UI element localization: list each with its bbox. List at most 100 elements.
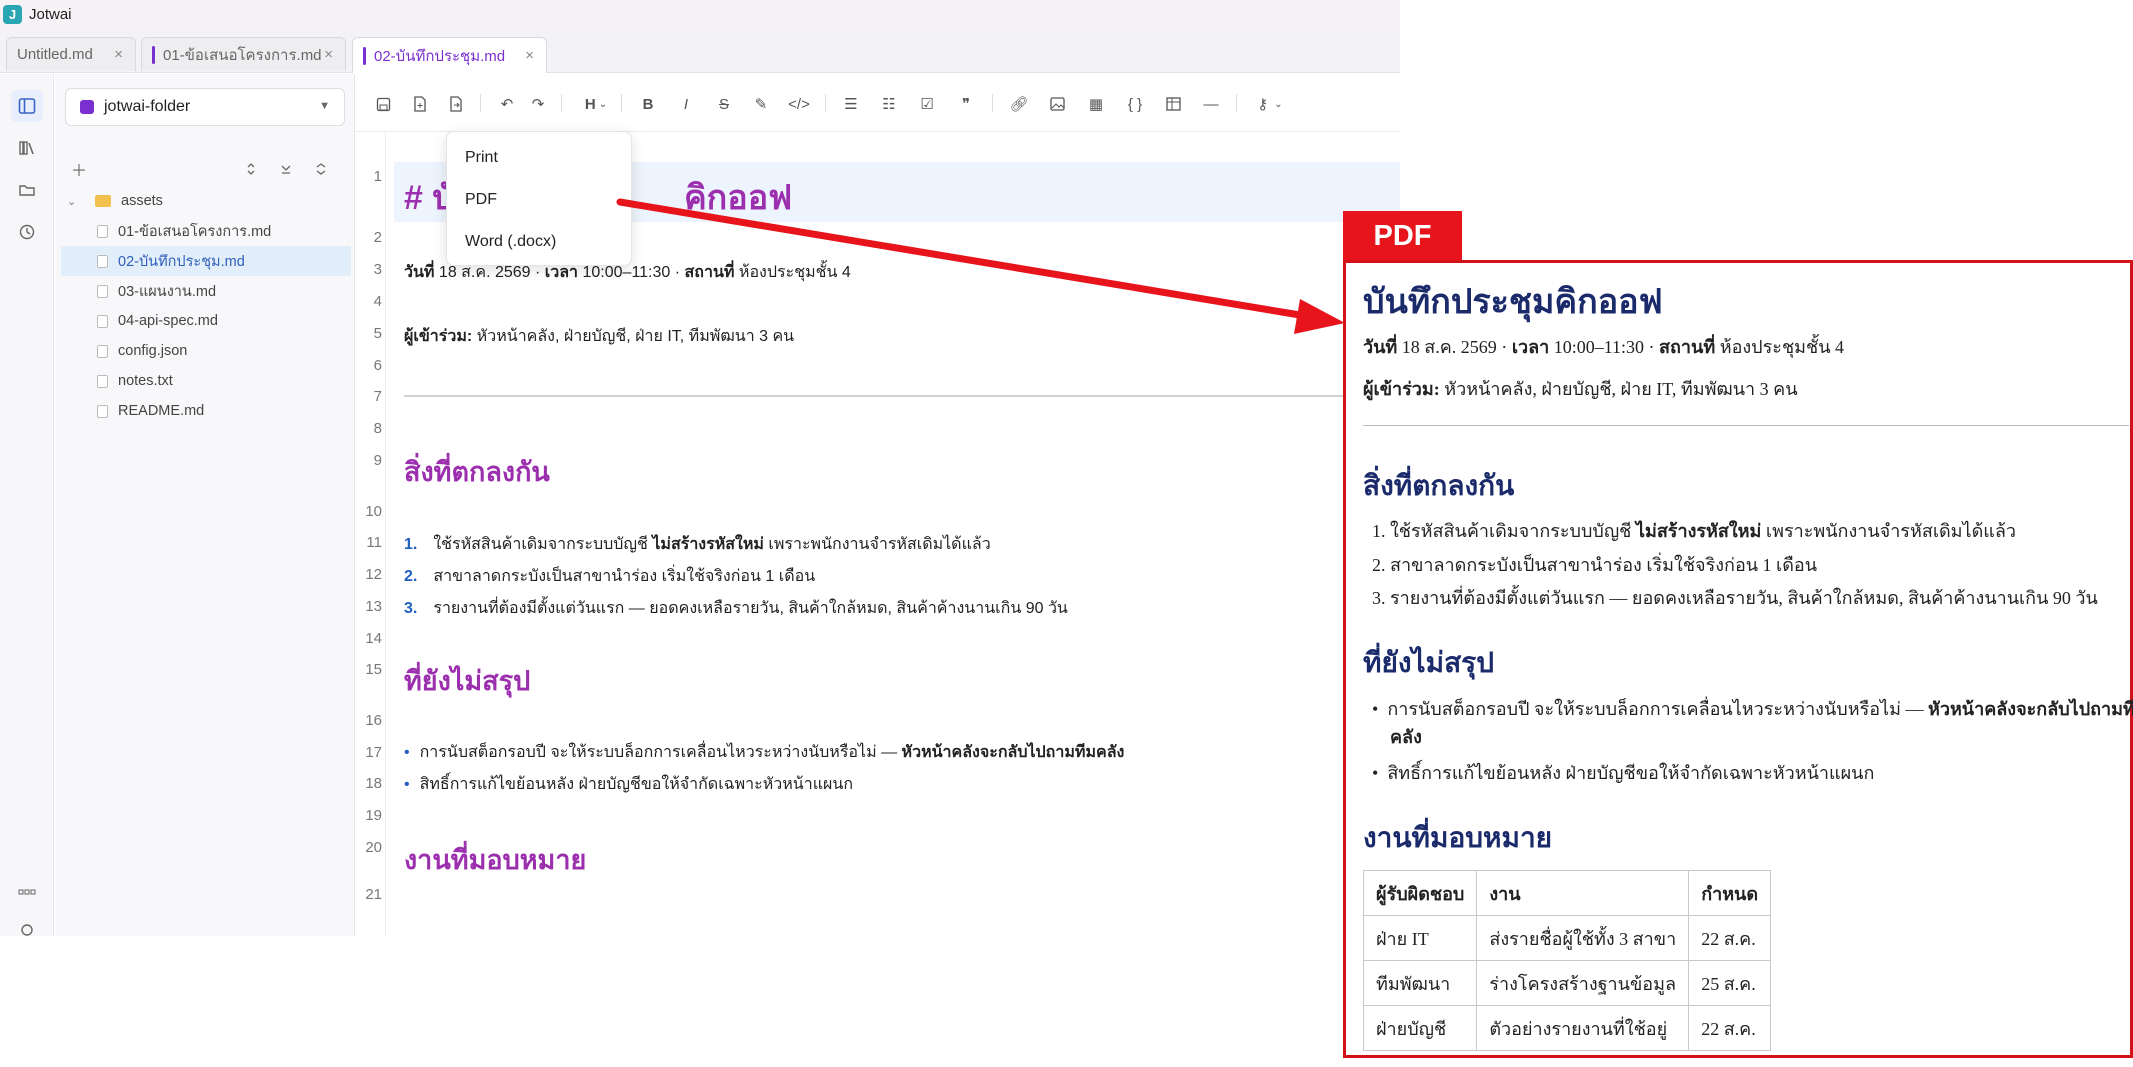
tree-file[interactable]: README.md <box>61 396 351 426</box>
history-icon[interactable] <box>11 216 43 248</box>
collapse-all-icon[interactable] <box>310 158 332 180</box>
table-header: กำหนด <box>1688 870 1772 916</box>
tree-file[interactable]: 04-api-spec.md <box>61 306 351 336</box>
editor-h2-agreed: สิ่งที่ตกลงกัน <box>404 457 550 487</box>
tree-label: 03-แผนงาน.md <box>118 283 217 300</box>
tree-file[interactable]: notes.txt <box>61 366 351 396</box>
line-number: 20 <box>365 839 382 856</box>
tree-file-selected[interactable]: 02-บันทึกประชุม.md <box>61 246 351 276</box>
editor-attendees-line: ผู้เข้าร่วม: หัวหน้าคลัง, ฝ่ายบัญชี, ฝ่า… <box>404 324 794 349</box>
table-row: ฝ่าย IT ส่งรายชื่อผู้ใช้ทั้ง 3 สาขา 22 ส… <box>1362 915 1772 961</box>
line-number: 12 <box>365 566 382 583</box>
library-icon[interactable] <box>11 132 43 164</box>
toolbar-separator <box>621 94 622 112</box>
app-title: Jotwai <box>29 6 72 23</box>
task-list-icon[interactable]: ☑ <box>914 91 940 117</box>
close-icon[interactable]: × <box>324 46 333 63</box>
line-number: 16 <box>365 712 382 729</box>
close-icon[interactable]: × <box>525 47 534 64</box>
tree-label: config.json <box>118 343 188 359</box>
pdf-list-item: 1. ใช้รหัสสินค้าเดิมจากระบบบัญชี ไม่สร้า… <box>1372 521 2017 541</box>
tab-label: Untitled.md <box>17 46 93 63</box>
numbered-list-icon[interactable]: ☷ <box>876 91 902 117</box>
pdf-attendees-line: ผู้เข้าร่วม: หัวหน้าคลัง, ฝ่ายบัญชี, ฝ่า… <box>1363 379 1798 399</box>
export-icon[interactable] <box>443 91 469 117</box>
bold-icon[interactable]: B <box>635 91 661 117</box>
line-number: 10 <box>365 503 382 520</box>
line-number: 7 <box>373 388 382 405</box>
tree-file[interactable]: 01-ข้อเสนอโครงการ.md <box>61 216 351 246</box>
heading-icon[interactable]: H ⌄ <box>578 91 614 117</box>
tree-file[interactable]: config.json <box>61 336 351 366</box>
line-number: 14 <box>365 630 382 647</box>
chevron-down-icon: ▼ <box>319 100 330 112</box>
expand-all-icon[interactable] <box>275 158 297 180</box>
tab-meeting-notes[interactable]: 02-บันทึกประชุม.md × <box>352 37 547 73</box>
horizontal-rule-icon[interactable]: — <box>1198 91 1224 117</box>
menu-item-word[interactable]: Word (.docx) <box>465 233 556 251</box>
line-number: 21 <box>365 886 382 903</box>
meta-time: 10:00–11:30 · <box>582 264 681 281</box>
line-number: 1 <box>373 168 382 185</box>
table-icon[interactable] <box>1160 91 1186 117</box>
toolbar-separator <box>561 94 562 112</box>
highlight-icon[interactable]: ✎ <box>748 91 774 117</box>
toolbar-separator <box>480 94 481 112</box>
bullet-list-icon[interactable]: ☰ <box>838 91 864 117</box>
menu-item-pdf[interactable]: PDF <box>465 191 497 209</box>
tree-label: README.md <box>118 403 205 419</box>
tree-file[interactable]: 03-แผนงาน.md <box>61 276 351 306</box>
pdf-meta-line: วันที่ 18 ส.ค. 2569 · เวลา 10:00–11:30 ·… <box>1363 337 1845 357</box>
pdf-h2-assign: งานที่มอบหมาย <box>1363 823 1553 854</box>
pdf-preview: บันทึกประชุมคิกออฟ วันที่ 18 ส.ค. 2569 ·… <box>1343 260 2133 1058</box>
editor-list-item: 1. ใช้รหัสสินค้าเดิมจากระบบบัญชี ไม่สร้าง… <box>404 536 991 553</box>
folder-icon <box>95 195 111 207</box>
meta-place: ห้องประชุมชั้น 4 <box>738 264 851 281</box>
table-row: ทีมพัฒนา ร่างโครงสร้างฐานข้อมูล 25 ส.ค. <box>1362 960 1772 1006</box>
file-icon <box>97 404 108 418</box>
file-icon <box>97 374 108 388</box>
pdf-assignment-table: ผู้รับผิดชอบ งาน กำหนด ฝ่าย IT ส่งรายชื่… <box>1362 870 1772 1051</box>
quote-icon[interactable]: ❞ <box>953 91 979 117</box>
meta-date-label: วันที่ <box>404 264 435 281</box>
app-logo-icon: J <box>3 5 22 24</box>
settings-icon[interactable] <box>11 914 43 936</box>
more-icon[interactable] <box>11 876 43 908</box>
close-icon[interactable]: × <box>114 46 123 63</box>
tree-label: assets <box>121 193 163 209</box>
file-icon <box>97 344 108 358</box>
line-number: 13 <box>365 598 382 615</box>
sidebar-toggle-icon[interactable] <box>11 90 43 122</box>
qr-icon[interactable]: ▦ <box>1083 91 1109 117</box>
table-cell: ฝ่ายบัญชี <box>1362 1005 1478 1051</box>
add-icon[interactable]: ＋ <box>68 158 90 180</box>
strikethrough-icon[interactable]: S <box>711 91 737 117</box>
file-icon <box>97 254 108 268</box>
folder-open-icon[interactable] <box>11 174 43 206</box>
tree-folder-assets[interactable]: ⌄ assets <box>61 186 351 216</box>
tools-icon[interactable]: ⚷ ⌄ <box>1250 91 1290 117</box>
image-icon[interactable] <box>1044 91 1070 117</box>
line-number: 8 <box>373 420 382 437</box>
undo-icon[interactable]: ↶ <box>494 91 520 117</box>
menu-item-print[interactable]: Print <box>465 149 498 167</box>
italic-icon[interactable]: I <box>673 91 699 117</box>
tree-label: notes.txt <box>118 373 173 389</box>
redo-icon[interactable]: ↷ <box>525 91 551 117</box>
tab-untitled[interactable]: Untitled.md × <box>6 37 136 71</box>
editor-bullet-item: • สิทธิ์การแก้ไขย้อนหลัง ฝ่ายบัญชีขอให้จำ… <box>404 776 853 793</box>
file-icon <box>97 284 108 298</box>
tab-proposal[interactable]: 01-ข้อเสนอโครงการ.md × <box>141 37 346 71</box>
new-file-icon[interactable] <box>407 91 433 117</box>
line-number: 11 <box>366 534 382 551</box>
save-icon[interactable] <box>370 91 396 117</box>
code-icon[interactable]: </> <box>786 91 812 117</box>
folder-select[interactable]: jotwai-folder ▼ <box>65 88 345 126</box>
table-cell: 22 ส.ค. <box>1688 915 1772 961</box>
link-icon[interactable]: 🔗︎ <box>1006 91 1032 117</box>
pdf-bullet-item: • สิทธิ์การแก้ไขย้อนหลัง ฝ่ายบัญชีขอให้จ… <box>1372 763 1875 783</box>
table-header: งาน <box>1476 870 1690 916</box>
table-cell: ทีมพัฒนา <box>1362 960 1478 1006</box>
sort-icon[interactable] <box>240 158 262 180</box>
code-block-icon[interactable]: { } <box>1122 91 1148 117</box>
